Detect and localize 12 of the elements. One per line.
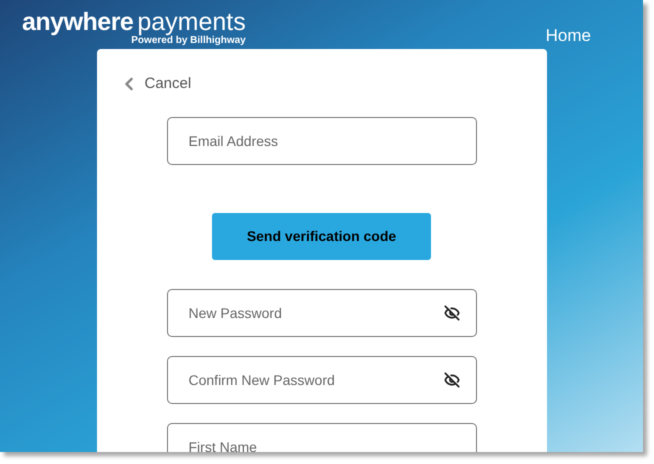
cancel-link[interactable]: Cancel [118, 72, 192, 95]
logo-text: anywhere [22, 10, 134, 35]
input-field[interactable]: New Password [166, 289, 476, 337]
send-code-button[interactable]: Send verification code [212, 213, 431, 260]
hide-password-icon[interactable] [444, 305, 460, 321]
hide-password-icon[interactable] [444, 372, 460, 388]
nav-link[interactable]: Home [546, 23, 591, 48]
input-field[interactable]: Confirm New Password [166, 356, 476, 404]
input-field[interactable]: First Name [166, 423, 476, 452]
input-field[interactable]: Email Address [166, 117, 476, 165]
logo-tagline: Powered by Billhighway [131, 36, 246, 46]
logo-text: payments [137, 10, 246, 35]
